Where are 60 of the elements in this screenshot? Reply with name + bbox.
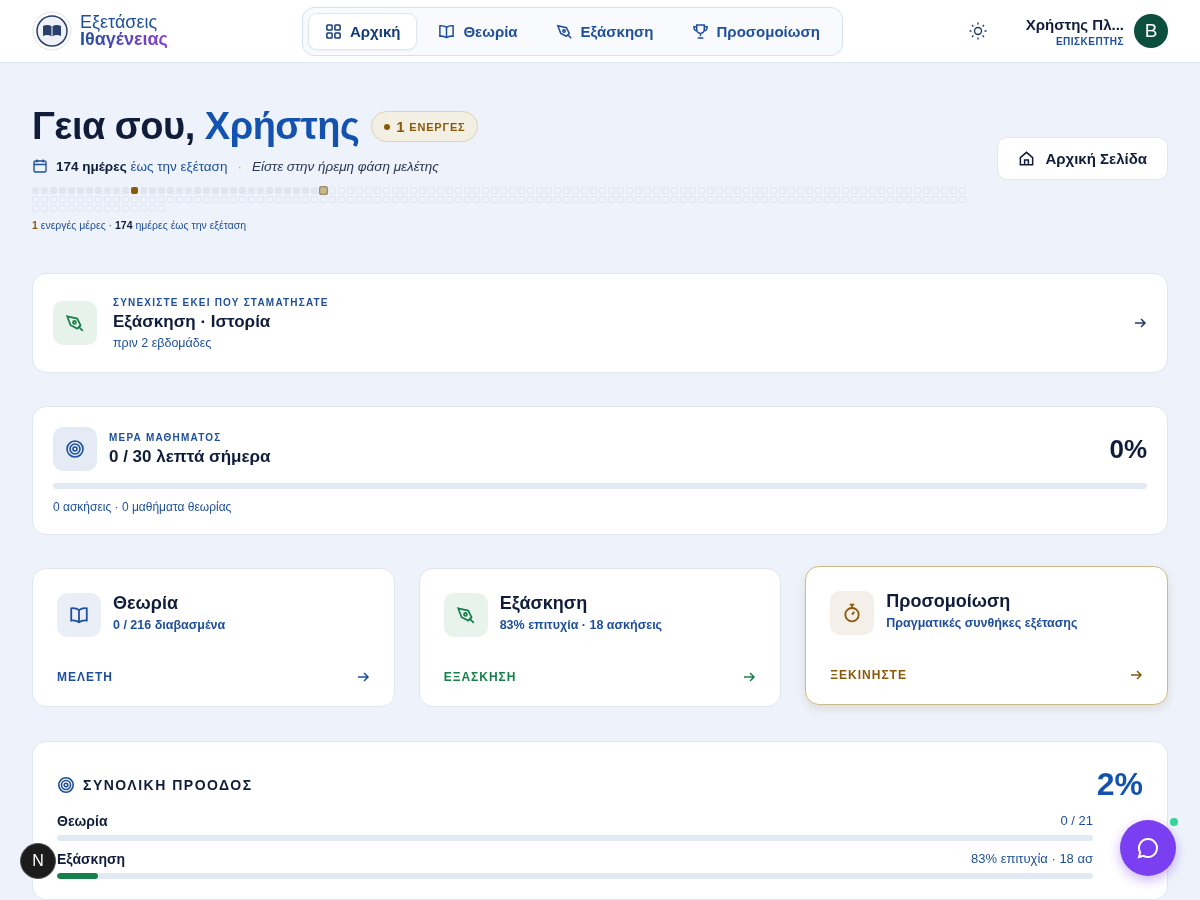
arrow-icon	[742, 670, 757, 684]
overall-percent: 2%	[1096, 766, 1143, 803]
target-icon	[57, 775, 75, 794]
pen-icon	[555, 22, 573, 40]
user-avatar[interactable]: B	[1134, 14, 1168, 48]
home-page-button[interactable]: Αρχική Σελίδα	[997, 137, 1168, 180]
mode-subtitle: 0 / 216 διαβασμένα	[113, 618, 226, 632]
trophy-icon	[691, 22, 709, 40]
days-until-exam: 174 ημέρες έως την εξέταση	[56, 158, 228, 174]
mode-subtitle: 83% επιτυχία · 18 ασκήσεις	[499, 618, 663, 632]
mode-title: Θεωρία	[113, 593, 179, 614]
mode-action[interactable]: ΜΕΛΕΤΗ	[57, 670, 113, 684]
nav-tab[interactable]: Θεωρία	[421, 12, 535, 50]
mode-action[interactable]: ΞΕΚΙΝΗΣΤΕ	[830, 668, 907, 682]
grid-icon	[325, 22, 342, 40]
progress-value: 0 / 21	[1060, 813, 1093, 829]
sun-icon[interactable]	[967, 21, 988, 41]
separator-dot: ·	[237, 158, 242, 174]
mode-title: Εξάσκηση	[499, 593, 589, 614]
dev-tools-badge[interactable]: N	[20, 843, 56, 879]
active-badge: 1 ΕΝΕΡΓΕΣ	[371, 111, 479, 142]
calendar-legend: 1 ενεργές μέρες · 174 ημέρες έως την εξέταση	[32, 219, 966, 231]
continue-card[interactable]: ΣΥΝΕΧΙΣΤΕ ΕΚΕΙ ΠΟΥ ΣΤΑΜΑΤΗΣΑΤΕ Εξάσκηση · Ιστορία πριν 2 εβδομάδες	[32, 273, 1168, 373]
section-title: ΣΥΝΟΛΙΚΗ ΠΡΟΟΔΟΣ	[83, 776, 253, 793]
card-time: πριν 2 εβδομάδες	[113, 335, 213, 350]
card-eyebrow: ΣΥΝΕΧΙΣΤΕ ΕΚΕΙ ΠΟΥ ΣΤΑΜΑΤΗΣΑΤΕ	[113, 296, 329, 308]
arrow-icon	[1133, 316, 1147, 330]
emblem-icon	[32, 11, 72, 51]
nav-tab[interactable]: Εξάσκηση	[538, 12, 671, 50]
book-icon	[438, 22, 456, 40]
user-role: ΕΠΙΣΚΕΠΤΗΣ	[1055, 35, 1124, 47]
nav-tab[interactable]: Αρχική	[308, 12, 418, 50]
greeting-title: Γεια σου, Χρήστης	[32, 105, 360, 148]
nav-tab[interactable]: Προσομοίωση	[674, 12, 837, 50]
mode-subtitle: Πραγματικές συνθήκες εξέτασης	[886, 616, 1078, 630]
daily-summary: 0 ασκήσεις · 0 μαθήματα θεωρίας	[53, 500, 233, 514]
home-icon	[1018, 150, 1036, 167]
progress-label: Εξάσκηση	[57, 851, 126, 867]
target-icon	[65, 439, 85, 459]
arrow-icon	[355, 670, 370, 684]
card-title: 0 / 30 λεπτά σήμερα	[109, 446, 271, 467]
mode-action[interactable]: ΕΞΑΣΚΗΣΗ	[443, 670, 517, 684]
logo-title: Εξετάσεις	[80, 14, 159, 31]
progress-label: Θεωρία	[57, 813, 108, 829]
progress-value: 83% επιτυχία · 18 ασ	[971, 851, 1093, 867]
card-eyebrow: ΜΕΡΑ ΜΑΘΗΜΑΤΟΣ	[109, 431, 223, 443]
online-dot	[1170, 818, 1178, 826]
logo-subtitle: Ιθαγένειας	[80, 31, 168, 48]
calendar-icon	[32, 158, 48, 174]
mode-card[interactable]: Θεωρία 0 / 216 διαβασμένα ΜΕΛΕΤΗ	[32, 568, 395, 707]
phase-text: Είστε στην ήρεμη φάση μελέτης	[251, 158, 439, 174]
card-title: Εξάσκηση · Ιστορία	[113, 311, 272, 332]
chat-bubble-icon	[1136, 836, 1160, 860]
daily-percent: 0%	[1109, 433, 1147, 465]
mode-card[interactable]: Προσομοίωση Πραγματικές συνθήκες εξέτασης ΞΕΚΙΝΗΣΤΕ	[805, 566, 1168, 705]
mode-title: Προσομοίωση	[886, 591, 1012, 612]
pen-icon	[65, 313, 85, 333]
mode-card[interactable]: Εξάσκηση 83% επιτυχία · 18 ασκήσεις ΕΞΑΣΚΗΣΗ	[418, 568, 782, 707]
user-name: Χρήστης Πλ...	[1025, 15, 1124, 33]
arrow-icon	[1129, 668, 1143, 682]
